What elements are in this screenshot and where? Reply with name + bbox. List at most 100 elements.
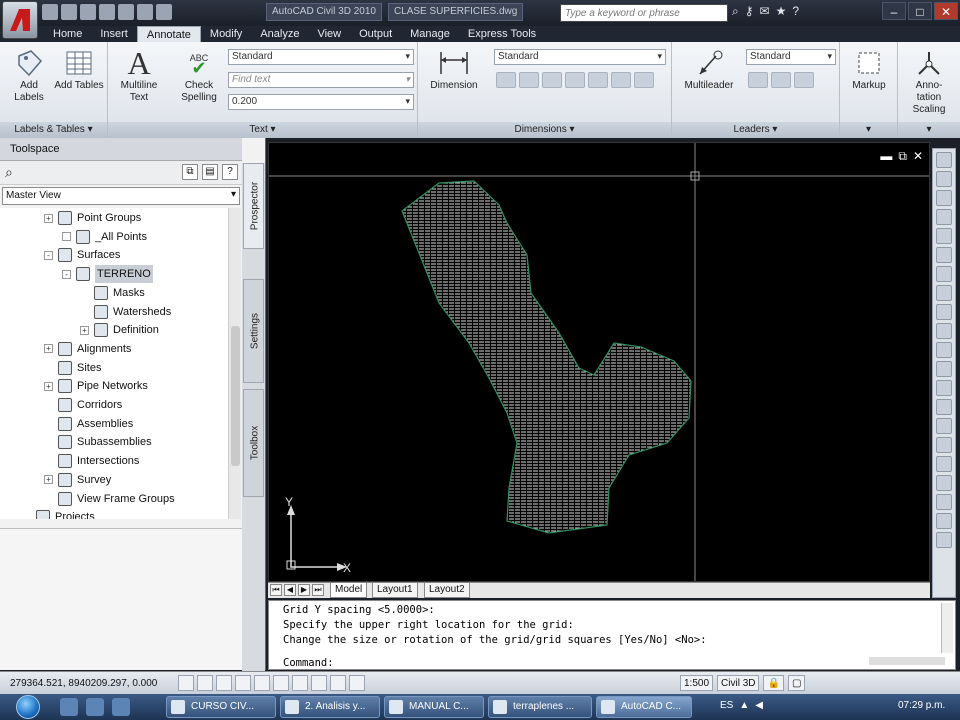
expand-icon[interactable]: + bbox=[44, 475, 53, 485]
help-icon[interactable]: ? bbox=[792, 4, 799, 19]
dim-oblique-icon[interactable] bbox=[634, 72, 654, 88]
tab-layout1[interactable]: Layout1 bbox=[372, 583, 418, 598]
otrack-icon[interactable] bbox=[273, 675, 289, 691]
osnap-icon[interactable] bbox=[254, 675, 270, 691]
close-icon[interactable]: ✕ bbox=[934, 2, 958, 20]
add-tables-button[interactable]: Add Tables bbox=[54, 46, 104, 92]
clock[interactable]: 07:29 p.m. bbox=[898, 700, 945, 711]
tab-express-tools[interactable]: Express Tools bbox=[459, 26, 545, 42]
subscription-icon[interactable]: ⚷ bbox=[745, 4, 754, 19]
tree-scrollbar[interactable] bbox=[228, 208, 241, 519]
polar-icon[interactable] bbox=[235, 675, 251, 691]
surface-terreno[interactable] bbox=[401, 180, 692, 534]
ducs-icon[interactable] bbox=[292, 675, 308, 691]
tab-layout2[interactable]: Layout2 bbox=[424, 583, 470, 598]
task-analisis[interactable]: 2. Analisis y... bbox=[280, 696, 380, 718]
tool-icon[interactable] bbox=[936, 304, 952, 320]
tree-item-pipe-networks[interactable]: + Pipe Networks bbox=[44, 377, 148, 395]
dim-continue-icon[interactable] bbox=[542, 72, 562, 88]
dimension-button[interactable]: Dimension bbox=[424, 46, 484, 92]
tab-toolbox[interactable]: Toolbox bbox=[243, 389, 264, 497]
mleader-style-select[interactable]: Standard bbox=[746, 49, 836, 65]
tool-icon[interactable] bbox=[936, 342, 952, 358]
panel-title-text[interactable]: Text ▾ bbox=[108, 122, 417, 138]
tree-item-assemblies[interactable]: Assemblies bbox=[44, 415, 133, 433]
tree-item-terreno[interactable]: - TERRENO bbox=[62, 265, 153, 284]
expand-icon[interactable]: + bbox=[44, 344, 53, 354]
lock-icon[interactable]: 🔒 bbox=[763, 675, 784, 691]
workspace-icon[interactable] bbox=[156, 4, 172, 20]
panel-title-leaders[interactable]: Leaders ▾ bbox=[672, 122, 839, 138]
view-selector[interactable]: Master View bbox=[2, 187, 240, 205]
add-leader-icon[interactable] bbox=[748, 72, 768, 88]
chrome-icon[interactable] bbox=[60, 698, 78, 716]
tool-icon[interactable] bbox=[936, 418, 952, 434]
dim-adjust-icon[interactable] bbox=[519, 72, 539, 88]
tree-item-intersections[interactable]: Intersections bbox=[44, 452, 139, 470]
text-height-select[interactable]: 0.200 bbox=[228, 94, 414, 110]
network-icon[interactable]: ▲ bbox=[739, 700, 749, 711]
tree-item-survey[interactable]: + Survey bbox=[44, 471, 111, 489]
command-prompt[interactable]: Command: bbox=[283, 657, 334, 669]
minimize-icon[interactable]: – bbox=[882, 2, 906, 20]
tab-home[interactable]: Home bbox=[44, 26, 91, 42]
skype-icon[interactable] bbox=[86, 698, 104, 716]
tab-output[interactable]: Output bbox=[350, 26, 401, 42]
tool-icon[interactable] bbox=[936, 152, 952, 168]
tab-annotate[interactable]: Annotate bbox=[136, 26, 201, 42]
collapse-icon[interactable]: - bbox=[62, 269, 71, 279]
tab-manage[interactable]: Manage bbox=[401, 26, 459, 42]
panel-title-markup[interactable]: ▾ bbox=[840, 122, 897, 138]
viewport-minimize-icon[interactable]: ▬ bbox=[880, 149, 892, 164]
start-button[interactable] bbox=[8, 694, 48, 720]
task-autocad[interactable]: AutoCAD C... bbox=[596, 696, 692, 718]
tab-insert[interactable]: Insert bbox=[91, 26, 137, 42]
application-menu-button[interactable] bbox=[2, 1, 38, 39]
tree-item-all-points[interactable]: _All Points bbox=[62, 228, 147, 246]
tree-item-masks[interactable]: Masks bbox=[80, 284, 145, 302]
tree-item-point-groups[interactable]: + Point Groups bbox=[44, 209, 141, 227]
help-search-input[interactable]: Type a keyword or phrase bbox=[560, 4, 728, 22]
binoculars-icon[interactable]: ⌕ bbox=[732, 4, 739, 19]
viewport-restore-icon[interactable]: ⧉ bbox=[898, 149, 907, 164]
task-manual[interactable]: MANUAL C... bbox=[384, 696, 484, 718]
tool-icon[interactable] bbox=[936, 456, 952, 472]
multiline-text-button[interactable]: A Multiline Text bbox=[114, 46, 164, 104]
tool-icon[interactable] bbox=[936, 209, 952, 225]
viewport-close-icon[interactable]: ✕ bbox=[913, 149, 923, 164]
media-icon[interactable] bbox=[112, 698, 130, 716]
markup-button[interactable]: Markup bbox=[844, 46, 894, 92]
maximize-icon[interactable]: □ bbox=[908, 2, 932, 20]
panel-title-dimensions[interactable]: Dimensions ▾ bbox=[418, 122, 671, 138]
annotation-scaling-button[interactable]: Anno-tation Scaling bbox=[904, 46, 954, 116]
tool-icon[interactable] bbox=[936, 399, 952, 415]
task-curso-civ[interactable]: CURSO CIV... bbox=[166, 696, 276, 718]
lwt-icon[interactable] bbox=[330, 675, 346, 691]
collapse-icon[interactable]: - bbox=[44, 250, 53, 260]
tool-icon[interactable] bbox=[936, 513, 952, 529]
align-leader-icon[interactable] bbox=[794, 72, 814, 88]
tab-modify[interactable]: Modify bbox=[201, 26, 251, 42]
qp-icon[interactable] bbox=[349, 675, 365, 691]
dyn-icon[interactable] bbox=[311, 675, 327, 691]
tree-item-definition[interactable]: + Definition bbox=[80, 321, 159, 339]
volume-icon[interactable]: ◀ bbox=[755, 700, 763, 711]
toolspace-title-bar[interactable]: Toolspace bbox=[0, 138, 242, 161]
first-layout-icon[interactable]: ⏮ bbox=[270, 584, 282, 596]
panel-title-annotation[interactable]: ▾ bbox=[898, 122, 960, 138]
tree-item-corridors[interactable]: Corridors bbox=[44, 396, 122, 414]
expand-icon[interactable]: + bbox=[44, 213, 53, 223]
find-text-input[interactable]: Find text bbox=[228, 72, 414, 88]
tool-icon[interactable] bbox=[936, 171, 952, 187]
text-style-select[interactable]: Standard bbox=[228, 49, 414, 65]
tab-settings[interactable]: Settings bbox=[243, 279, 264, 383]
expand-icon[interactable]: + bbox=[44, 381, 53, 391]
tree-item-projects[interactable]: Projects bbox=[22, 508, 95, 519]
tool-icon[interactable] bbox=[936, 228, 952, 244]
expand-icon[interactable]: + bbox=[80, 325, 89, 335]
copy-icon[interactable]: ⧉ bbox=[182, 164, 198, 180]
tree-item-subassemblies[interactable]: Subassemblies bbox=[44, 433, 152, 451]
language-indicator[interactable]: ES bbox=[720, 700, 733, 711]
tool-icon[interactable] bbox=[936, 532, 952, 548]
redo-icon[interactable] bbox=[137, 4, 153, 20]
